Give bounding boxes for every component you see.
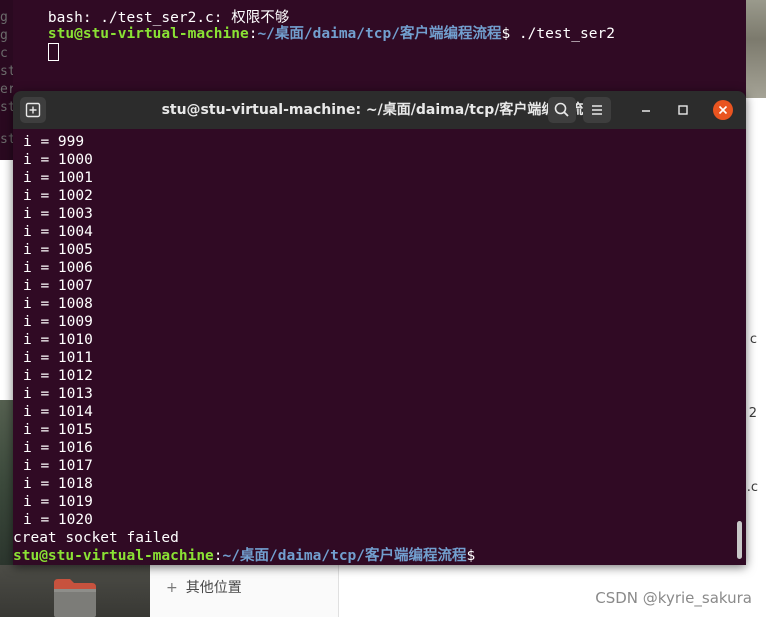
background-terminal: bash: ./test_ser2.c: 权限不够 stu@stu-virtua… <box>0 0 746 100</box>
error-line: creat socket failed <box>13 530 179 546</box>
output-line: i = 1001 <box>23 170 93 186</box>
prompt-separator: : <box>213 548 223 564</box>
maximize-icon <box>678 105 688 115</box>
search-icon <box>554 102 569 117</box>
terminal-cursor <box>47 43 59 61</box>
output-line: i = 1011 <box>23 350 93 366</box>
output-line: i = 1004 <box>23 224 93 240</box>
output-line: i = 1016 <box>23 440 93 456</box>
bg-right-fragment: 2 <box>748 406 757 421</box>
desktop-background <box>0 565 150 617</box>
output-line: i = 1013 <box>23 386 93 402</box>
background-photo-strip <box>746 0 766 98</box>
folder-icon[interactable] <box>52 577 98 617</box>
terminal-output-lines: i = 999 i = 1000 i = 1001 i = 1002 i = 1… <box>13 133 475 565</box>
bg-prompt-line: stu@stu-virtual-machine:~/桌面/daima/tcp/客… <box>13 7 615 61</box>
output-line: i = 1002 <box>23 188 93 204</box>
prompt-dollar: $ <box>466 548 476 564</box>
scrollbar[interactable] <box>736 129 744 565</box>
bg-left-fragment: er <box>0 82 13 97</box>
output-line: i = 1007 <box>23 278 93 294</box>
file-manager-window: + 其他位置 CSDN @kyrie_sakura <box>0 565 766 617</box>
bg-cursor-line <box>13 25 59 81</box>
output-line: i = 1017 <box>23 458 93 474</box>
new-tab-icon <box>25 102 41 118</box>
output-line: i = 1000 <box>23 152 93 168</box>
output-line: i = 1019 <box>23 494 93 510</box>
bg-left-fragment: st <box>0 64 13 79</box>
close-button[interactable] <box>713 100 733 120</box>
sidebar-item-label: 其他位置 <box>185 580 242 596</box>
output-line: i = 1005 <box>23 242 93 258</box>
file-manager-sidebar: + 其他位置 <box>150 565 339 617</box>
background-left-strip: g g c st er st st <box>0 0 13 160</box>
output-line: i = 1009 <box>23 314 93 330</box>
bg-left-fragment: st <box>0 100 13 115</box>
bg-left-fragment: st <box>0 132 13 147</box>
output-line: i = 1006 <box>23 260 93 276</box>
search-button[interactable] <box>548 97 576 123</box>
bg-left-fragment: c <box>0 46 8 61</box>
plus-icon: + <box>166 580 178 596</box>
output-line: i = 1003 <box>23 206 93 222</box>
watermark: CSDN @kyrie_sakura <box>595 589 752 607</box>
scrollbar-thumb[interactable] <box>737 521 742 559</box>
output-line: i = 1012 <box>23 368 93 384</box>
maximize-button[interactable] <box>673 100 693 120</box>
bg-right-fragment: c <box>749 332 757 347</box>
close-icon <box>718 105 728 115</box>
minimize-button[interactable] <box>636 100 656 120</box>
prompt-path: ~/桌面/daima/tcp/客户端编程流程 <box>222 548 467 564</box>
output-line: i = 1008 <box>23 296 93 312</box>
background-photo-left <box>0 400 13 565</box>
bg-prompt-path: ~/桌面/daima/tcp/客户端编程流程 <box>257 26 502 42</box>
output-line: i = 1020 <box>23 512 93 528</box>
terminal-output[interactable]: i = 999 i = 1000 i = 1001 i = 1002 i = 1… <box>13 129 746 565</box>
window-titlebar[interactable]: stu@stu-virtual-machine: ~/桌面/daima/tcp/… <box>13 91 746 129</box>
new-tab-button[interactable] <box>20 97 46 123</box>
bg-right-fragment: .c <box>746 480 758 495</box>
output-line: i = 1010 <box>23 332 93 348</box>
shell-prompt: stu@stu-virtual-machine:~/桌面/daima/tcp/客… <box>13 547 475 565</box>
background-window-right: c 2 .c <box>746 98 766 617</box>
output-line: i = 999 <box>23 134 85 150</box>
menu-button[interactable] <box>583 97 611 123</box>
minimize-icon <box>642 110 650 112</box>
hamburger-menu-icon <box>592 105 602 115</box>
bg-left-fragment: g <box>0 28 8 43</box>
bg-left-fragment: g <box>0 10 8 25</box>
bg-command: $ ./test_ser2 <box>501 26 615 42</box>
sidebar-item-other-locations[interactable]: + 其他位置 <box>166 577 242 597</box>
bg-prompt-user: stu@stu-virtual-machine <box>47 26 249 42</box>
output-line: i = 1015 <box>23 422 93 438</box>
output-line: i = 1018 <box>23 476 93 492</box>
output-line: i = 1014 <box>23 404 93 420</box>
prompt-user: stu@stu-virtual-machine <box>13 548 214 564</box>
terminal-window[interactable]: stu@stu-virtual-machine: ~/桌面/daima/tcp/… <box>13 91 746 565</box>
